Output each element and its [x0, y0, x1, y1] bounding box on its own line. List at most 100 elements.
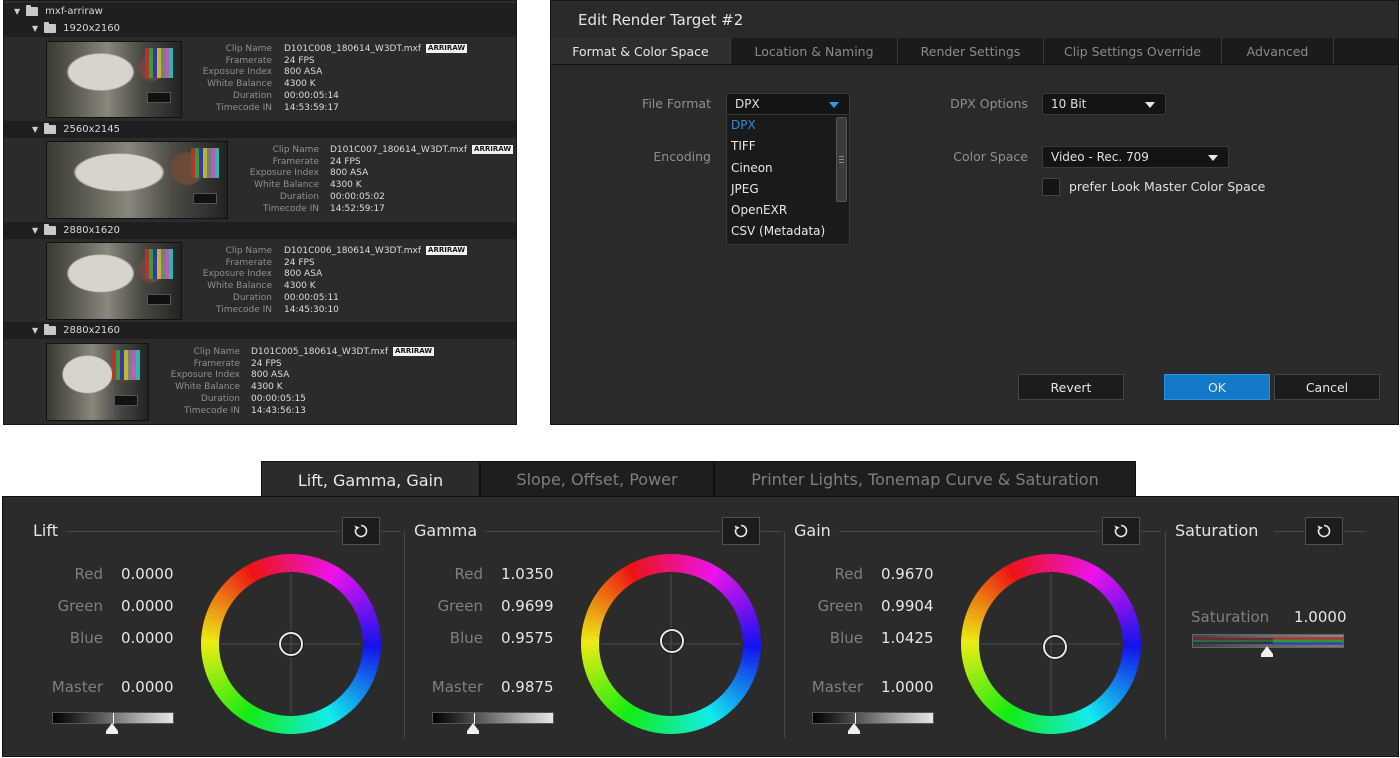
arriraw-badge: ARRIRAW [426, 44, 468, 53]
file-format-value: DPX [735, 97, 760, 111]
metadata-value: 14:43:56:13 [251, 405, 306, 416]
format-option-csv-metadata[interactable]: CSV (Metadata) [731, 224, 825, 238]
expand-triangle-icon[interactable]: ▼ [32, 24, 38, 33]
cancel-button[interactable]: Cancel [1274, 374, 1380, 400]
gain-wheel-puck[interactable] [1041, 633, 1069, 661]
folder-label: 2880x2160 [63, 325, 120, 336]
format-option-jpeg[interactable]: JPEG [731, 182, 759, 196]
saturation-reset-button[interactable] [1305, 517, 1343, 545]
divider [485, 531, 719, 532]
folder-row[interactable]: ▼ 2560x2145 [4, 121, 516, 138]
lift-blue-value[interactable]: 0.0000 [121, 629, 174, 647]
format-option-cineon[interactable]: Cineon [731, 161, 773, 175]
gamma-green-value[interactable]: 0.9699 [501, 597, 554, 615]
tree-root-row[interactable]: ▼ mxf-arriraw [4, 3, 516, 20]
tab-location-naming[interactable]: Location & Naming [731, 38, 898, 64]
expand-triangle-icon[interactable]: ▼ [14, 7, 20, 16]
file-format-select[interactable]: DPX [726, 93, 850, 115]
metadata-label: Duration [232, 292, 272, 303]
metadata-value: 4300 K [284, 281, 316, 292]
gain-master-slider[interactable] [812, 712, 934, 724]
arriraw-badge: ARRIRAW [472, 145, 514, 154]
color-space-label: Color Space [953, 149, 1028, 164]
metadata-label: Clip Name [225, 44, 272, 54]
folder-row[interactable]: ▼ 1920x2160 [4, 20, 516, 37]
gain-reset-button[interactable] [1102, 517, 1140, 545]
tab-lift-gamma-gain[interactable]: Lift, Gamma, Gain [261, 461, 480, 498]
expand-triangle-icon[interactable]: ▼ [32, 226, 38, 235]
tab-advanced[interactable]: Advanced [1222, 38, 1334, 64]
gain-master-value[interactable]: 1.0000 [881, 678, 934, 696]
metadata-value: 14:52:59:17 [330, 203, 385, 214]
clip-metadata-values: D101C007_180614_W3DT.mxf ARRIRAW 24 FPS 800… [330, 145, 514, 215]
metadata-label: Duration [200, 393, 240, 404]
gain-blue-value[interactable]: 1.0425 [881, 629, 934, 647]
lift-master-slider-thumb[interactable] [106, 723, 118, 734]
color-space-value: Video - Rec. 709 [1051, 150, 1149, 164]
lift-master-label: Master [51, 678, 103, 696]
revert-button[interactable]: Revert [1018, 374, 1124, 400]
clip-name-value: D101C008_180614_W3DT.mxf [284, 44, 422, 54]
clip-thumbnail[interactable] [46, 141, 228, 219]
metadata-value: 14:45:30:10 [284, 304, 339, 315]
gamma-master-slider-thumb[interactable] [467, 723, 479, 734]
lift-red-value[interactable]: 0.0000 [121, 565, 174, 583]
metadata-label: Timecode IN [216, 304, 272, 315]
gamma-wheel-puck[interactable] [658, 627, 686, 655]
lift-wheel-puck[interactable] [277, 630, 305, 658]
expand-triangle-icon[interactable]: ▼ [32, 326, 38, 335]
tab-slope-offset-power[interactable]: Slope, Offset, Power [480, 461, 714, 497]
divider [761, 531, 781, 532]
color-space-select[interactable]: Video - Rec. 709 [1042, 146, 1229, 168]
gain-master-label: Master [811, 678, 863, 696]
dpx-options-select[interactable]: 10 Bit [1042, 93, 1166, 115]
lift-green-value[interactable]: 0.0000 [121, 597, 174, 615]
gamma-master-value[interactable]: 0.9875 [501, 678, 554, 696]
saturation-section-title: Saturation [1175, 521, 1259, 540]
gain-blue-label: Blue [829, 629, 863, 647]
metadata-value: 24 FPS [284, 257, 315, 268]
section-divider [1165, 532, 1166, 738]
tab-render-settings[interactable]: Render Settings [898, 38, 1044, 64]
tab-format-color-space[interactable]: Format & Color Space [551, 38, 731, 64]
prefer-look-master-checkbox[interactable] [1042, 178, 1060, 196]
clip-name-value: D101C006_180614_W3DT.mxf [284, 246, 422, 256]
dropdown-scrollbar[interactable] [836, 117, 847, 202]
lift-reset-button[interactable] [342, 517, 380, 545]
gamma-reset-button[interactable] [722, 517, 760, 545]
metadata-value: 00:00:05:02 [330, 191, 385, 202]
divider [1345, 531, 1365, 532]
gain-green-label: Green [817, 597, 863, 615]
ok-button[interactable]: OK [1164, 374, 1270, 400]
saturation-label: Saturation [1191, 608, 1270, 626]
metadata-label: White Balance [175, 382, 240, 393]
metadata-value: 24 FPS [251, 358, 282, 369]
folder-label: 1920x2160 [63, 23, 120, 34]
lift-master-value[interactable]: 0.0000 [121, 678, 174, 696]
gain-green-value[interactable]: 0.9904 [881, 597, 934, 615]
gamma-red-value[interactable]: 1.0350 [501, 565, 554, 583]
metadata-label: Framerate [193, 358, 240, 369]
saturation-slider-thumb[interactable] [1261, 646, 1273, 657]
file-format-label: File Format [642, 96, 711, 111]
gamma-master-slider[interactable] [432, 712, 554, 724]
folder-row[interactable]: ▼ 2880x1620 [4, 222, 516, 239]
tab-printer-lights-tonemap-saturation[interactable]: Printer Lights, Tonemap Curve & Saturati… [714, 461, 1136, 497]
expand-triangle-icon[interactable]: ▼ [32, 125, 38, 134]
format-option-openexr[interactable]: OpenEXR [731, 203, 787, 217]
folder-icon [44, 22, 57, 33]
reset-icon [1317, 524, 1331, 538]
format-option-dpx[interactable]: DPX [731, 118, 756, 132]
tab-clip-settings-override[interactable]: Clip Settings Override [1044, 38, 1222, 64]
gamma-blue-value[interactable]: 0.9575 [501, 629, 554, 647]
folder-row[interactable]: ▼ 2880x2160 [4, 322, 516, 339]
metadata-label: Framerate [225, 257, 272, 268]
metadata-value: 800 ASA [284, 269, 323, 280]
format-option-tiff[interactable]: TIFF [731, 139, 756, 153]
metadata-value: 4300 K [330, 180, 362, 191]
gain-red-value[interactable]: 0.9670 [881, 565, 934, 583]
clip-metadata-labels: Clip Name Framerate Exposure Index White Ba… [209, 145, 319, 215]
metadata-value: 00:00:05:14 [284, 90, 339, 101]
gain-master-slider-thumb[interactable] [848, 723, 860, 734]
metadata-value: 00:00:05:11 [284, 292, 339, 303]
